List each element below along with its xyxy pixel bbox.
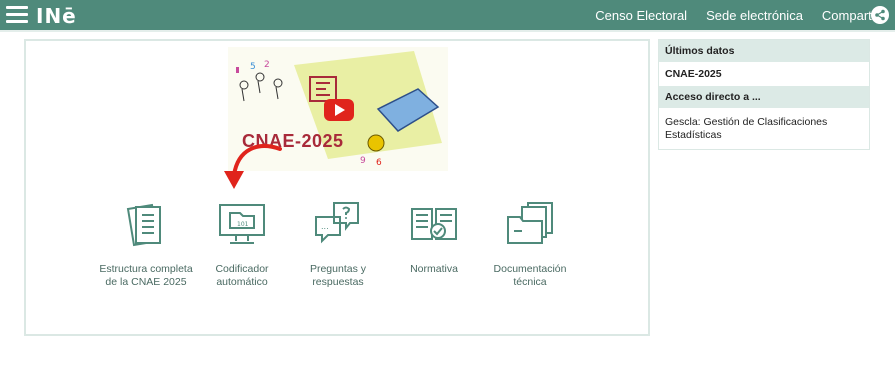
sede-electronica-link[interactable]: Sede electrónica [706,8,803,23]
tile-normativa-label: Normativa [410,263,458,275]
tile-preguntas-label: Preguntas y respuestas [309,263,367,288]
svg-text:5: 5 [250,62,256,72]
tile-estructura-label: Estructura completa de la CNAE 2025 [99,263,193,288]
main-panel: 2 5 9 6 CNAE-2025 Estructura completa de [24,39,650,336]
svg-text:2: 2 [264,60,270,70]
svg-text:6: 6 [376,158,382,168]
tile-documentacion-label: Documentación técnica [493,263,567,288]
top-bar: INē Censo Electoral Sede electrónica Com… [0,0,895,30]
tile-codificador-label: Codificador automático [215,263,269,288]
folders-icon [507,202,553,244]
latest-data-heading: Últimos datos [659,40,869,62]
gescla-link[interactable]: Gescla: Gestión de Clasificaciones Estad… [659,108,869,148]
tile-documentacion[interactable]: Documentación técnica [480,199,580,289]
tile-preguntas[interactable]: ... Preguntas y respuestas [288,199,388,289]
tile-normativa[interactable]: Normativa [384,199,484,276]
share-icon[interactable] [871,6,889,24]
shortcuts-row: Estructura completa de la CNAE 2025 101 … [26,199,652,309]
latest-data-item[interactable]: CNAE-2025 [659,62,869,86]
tile-codificador[interactable]: 101 Codificador automático [192,199,292,289]
question-chat-icon: ... [315,202,359,244]
svg-text:101: 101 [237,221,249,228]
documents-icon [126,203,161,247]
direct-access-heading: Acceso directo a ... [659,86,869,108]
sidebar: Últimos datos CNAE-2025 Acceso directo a… [658,39,870,150]
top-nav: Censo Electoral Sede electrónica Compart… [595,0,895,30]
header-divider [0,30,895,32]
red-arrow-icon [224,144,282,189]
play-icon[interactable] [324,99,354,121]
ine-logo[interactable]: INē [36,4,77,28]
svg-text:9: 9 [360,156,366,166]
censo-electoral-link[interactable]: Censo Electoral [595,8,687,23]
menu-icon[interactable] [6,6,28,24]
computer-folder-icon: 101 [219,204,265,244]
svg-text:...: ... [321,222,329,231]
tile-estructura[interactable]: Estructura completa de la CNAE 2025 [96,199,196,289]
book-check-icon [411,208,457,240]
